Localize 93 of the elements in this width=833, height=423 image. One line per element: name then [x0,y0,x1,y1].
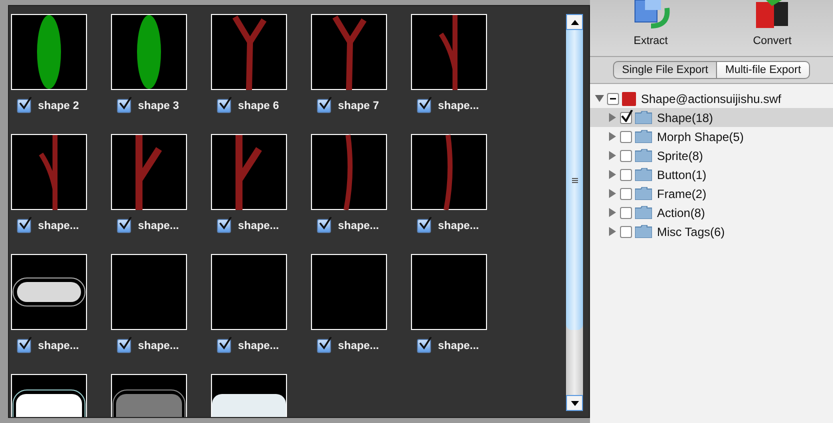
checkbox[interactable] [317,99,331,113]
disclosure-icon[interactable] [608,208,617,217]
folder-icon [635,168,652,181]
checkbox[interactable] [417,99,431,113]
tree-item-label: Frame(2) [657,186,706,200]
shape-thumbnail[interactable] [211,254,287,330]
tree-row[interactable]: Shape(18) [590,108,833,127]
tree-item-label: Button(1) [657,168,706,182]
shape-name: shape 3 [138,100,179,112]
toolbar-button[interactable]: Extract [630,0,671,56]
shape-thumbnail[interactable] [411,14,487,90]
folder-icon [635,111,652,124]
up-arrow-icon[interactable] [570,20,578,24]
shape-thumbnail[interactable] [111,254,187,330]
scrollbar[interactable] [566,14,583,411]
disclosure-icon[interactable] [608,132,617,141]
tree-item-label: Morph Shape(5) [657,130,744,144]
checkbox[interactable] [620,130,632,142]
file-icon [622,92,636,106]
folder-icon [635,225,652,238]
shape-name: shape 7 [338,100,379,112]
tree-item-label: Misc Tags(6) [657,224,725,238]
shape-name: shape... [138,220,179,232]
checkbox[interactable] [620,112,632,124]
disclosure-icon[interactable] [595,94,604,103]
checkbox[interactable] [117,339,131,353]
shape-name: shape... [438,100,479,112]
shape-name: shape 6 [238,100,279,112]
export-tab[interactable]: Single File Export [612,61,718,79]
tree-item[interactable]: Shape@actionsuijishu.swf [641,92,782,106]
checkbox[interactable] [117,99,131,113]
shape-name: shape 2 [38,100,79,112]
export-tab[interactable]: Multi-file Export [717,61,810,79]
checkbox[interactable] [607,92,619,104]
shape-name: shape... [438,340,479,352]
tree-item-label: Sprite(8) [657,148,704,162]
checkbox[interactable] [317,219,331,233]
shape-thumbnail[interactable] [11,14,87,90]
checkbox[interactable] [417,339,431,353]
shape-name: shape... [338,220,379,232]
tree-row[interactable]: Action(8) [590,203,833,222]
checkbox[interactable] [117,219,131,233]
minus-icon [610,98,616,100]
shape-thumbnail[interactable] [311,134,387,210]
checkbox[interactable] [17,99,31,113]
disclosure-icon[interactable] [608,227,617,236]
folder-icon [635,149,652,162]
grip-icon [572,178,578,182]
shape-thumbnail[interactable] [11,134,87,210]
folder-icon [635,130,652,143]
tree-item-label: Action(8) [657,206,706,220]
shape-name: shape... [38,220,79,232]
tree-row[interactable]: Morph Shape(5) [590,127,833,146]
tree-row[interactable]: Misc Tags(6) [590,222,833,241]
checkbox[interactable] [620,188,632,200]
checkbox[interactable] [217,339,231,353]
shape-thumbnail[interactable] [111,14,187,90]
disclosure-icon[interactable] [608,170,617,179]
checkbox[interactable] [417,219,431,233]
shape-name: shape... [138,340,179,352]
checkbox[interactable] [620,226,632,238]
folder-icon [635,206,652,219]
shape-name: shape... [438,220,479,232]
tree-item-label: Shape(18) [657,110,714,124]
tree-row[interactable]: Frame(2) [590,184,833,203]
checkbox[interactable] [620,168,632,180]
tree-row[interactable]: Button(1) [590,165,833,184]
checkbox[interactable] [17,219,31,233]
shape-thumbnail[interactable] [11,254,87,330]
shape-thumbnail[interactable] [311,14,387,90]
tree-row[interactable]: Sprite(8) [590,146,833,165]
shape-thumbnail[interactable] [211,134,287,210]
checkbox[interactable] [317,339,331,353]
checkbox[interactable] [620,150,632,162]
checkbox[interactable] [17,339,31,353]
shape-thumbnail[interactable] [111,134,187,210]
shape-name: shape... [238,220,279,232]
shape-name: shape... [38,340,79,352]
shape-thumbnail[interactable] [411,134,487,210]
disclosure-icon[interactable] [608,189,617,198]
checkbox[interactable] [620,206,632,218]
checkbox[interactable] [217,219,231,233]
shape-thumbnail[interactable] [211,14,287,90]
down-arrow-icon[interactable] [570,400,578,406]
disclosure-icon[interactable] [608,151,617,160]
shape-thumbnail[interactable] [311,254,387,330]
disclosure-icon[interactable] [608,113,617,122]
checkbox[interactable] [217,99,231,113]
shape-name: shape... [338,340,379,352]
toolbar-button[interactable]: Convert [752,0,792,56]
folder-icon [635,187,652,200]
shape-name: shape... [238,340,279,352]
shape-thumbnail[interactable] [411,254,487,330]
